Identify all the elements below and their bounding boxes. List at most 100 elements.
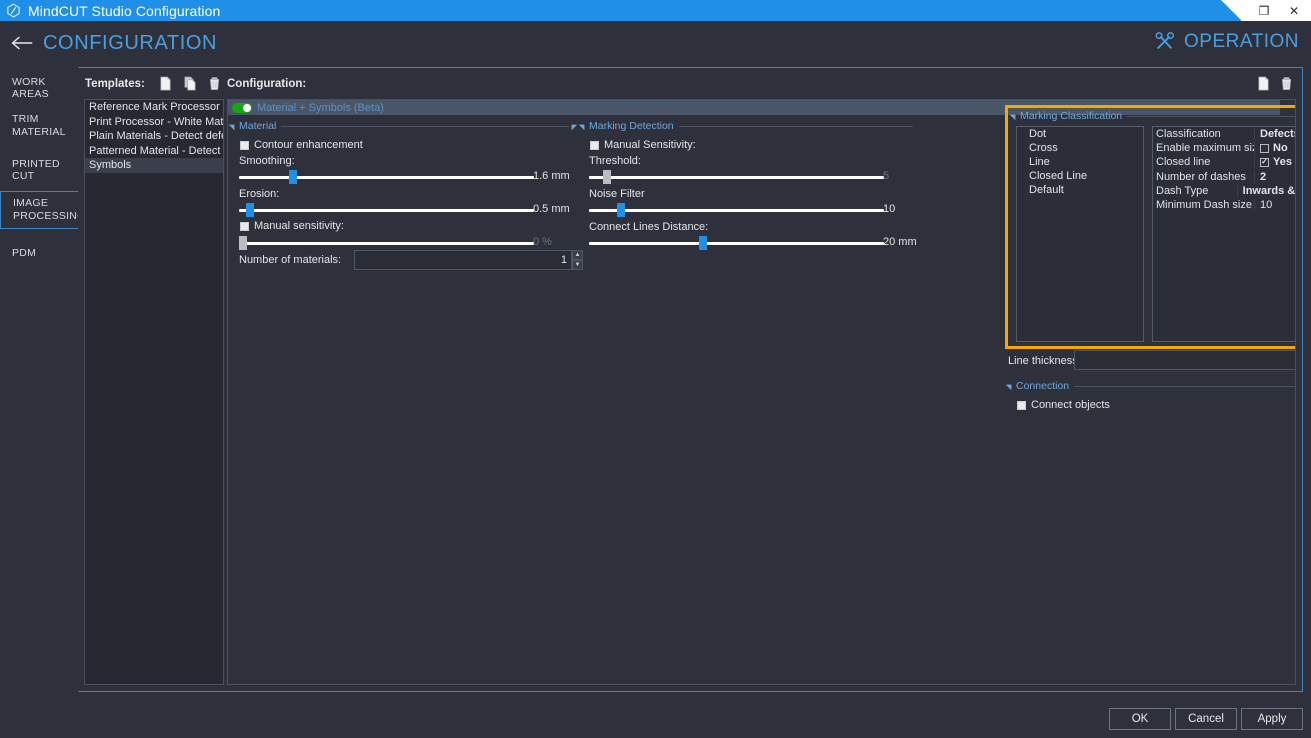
erosion-slider[interactable] [239,203,534,217]
connect-objects-label: Connect objects [1031,399,1110,411]
connect-objects-checkbox[interactable] [1017,400,1026,410]
property-value[interactable]: 10 [1255,199,1295,211]
restore-window-button[interactable]: ❐ [1249,0,1279,21]
back-arrow-icon[interactable] [10,34,34,52]
collapse-triangle-icon[interactable] [228,121,238,131]
delete-configuration-icon[interactable] [1279,76,1294,91]
contour-enhancement-label: Contour enhancement [254,139,363,151]
contour-enhancement-checkbox[interactable] [240,140,249,150]
cancel-button[interactable]: Cancel [1175,708,1237,730]
smoothing-slider[interactable] [239,170,534,184]
table-row[interactable]: Minimum Dash size (... 10 [1153,198,1295,212]
sidebar-item-trim-material[interactable]: TRIM MATERIAL [0,109,78,143]
group-material-header[interactable]: Material [228,120,578,132]
close-window-button[interactable]: ✕ [1279,0,1309,21]
table-row[interactable]: Closed line ✓ Yes [1153,155,1295,169]
property-value[interactable]: Defects [1255,128,1295,140]
group-connection-header[interactable]: Connection [1005,380,1295,392]
property-value[interactable]: 2 [1255,171,1295,183]
sidebar-item-work-areas[interactable]: WORK AREAS [0,75,78,101]
slider-thumb[interactable] [246,203,254,217]
marking-classification-property-grid[interactable]: Classification Defects Enable maximum si… [1152,126,1295,342]
material-manual-sensitivity-slider[interactable] [239,236,534,250]
copy-template-icon[interactable] [183,76,198,91]
apply-button[interactable]: Apply [1241,708,1303,730]
main-panel: Templates: Reference Mark Processor - R.… [78,67,1303,692]
table-row[interactable]: Classification Defects [1153,127,1295,141]
sidebar-item-label: IMAGE PROCESSING [13,197,86,222]
connect-lines-distance-slider[interactable] [589,236,884,250]
slider-thumb[interactable] [289,170,297,184]
connect-lines-distance-value: 20 mm [883,236,917,248]
marking-manual-sensitivity-row[interactable]: Manual Sensitivity: [590,139,696,151]
marking-manual-sensitivity-checkbox[interactable] [590,140,599,150]
list-item[interactable]: Print Processor - White Materi... [85,115,223,130]
erosion-value: 0.5 mm [533,203,570,215]
marking-classification-highlight: Marking Classification Dot Cross Line Cl… [1005,105,1295,349]
number-of-materials-increment[interactable]: ▲ [572,250,583,260]
property-key: Dash Type [1153,184,1238,197]
table-row[interactable]: Number of dashes 2 [1153,170,1295,184]
window-title: MindCUT Studio Configuration [28,2,221,19]
line-thickness-input[interactable]: 5 mm [1074,350,1295,370]
property-key: Number of dashes [1153,170,1255,183]
property-value[interactable]: Inwards & Outwards [1238,185,1295,197]
noise-filter-slider[interactable] [589,203,884,217]
threshold-value: 5 [883,170,890,182]
unchecked-checkbox-icon[interactable] [1260,143,1269,153]
sidebar-item-label: PDM [12,247,37,259]
expand-triangle-icon[interactable] [568,121,578,131]
property-value-cell[interactable]: ✓ Yes [1255,156,1295,168]
erosion-label: Erosion: [239,188,280,200]
hexagon-logo-icon [7,3,20,18]
list-item[interactable]: Cross [1017,141,1143,155]
new-template-icon[interactable] [158,76,173,91]
slider-track [589,209,884,212]
table-row[interactable]: Dash Type Inwards & Outwards [1153,184,1295,198]
sidebar-item-pdm[interactable]: PDM [0,240,78,266]
connect-objects-row[interactable]: Connect objects [1017,399,1110,411]
material-manual-sensitivity-checkbox[interactable] [240,221,249,231]
list-item[interactable]: Reference Mark Processor - R... [85,100,223,115]
group-marking-classification-header[interactable]: Marking Classification [1009,110,1295,122]
list-item[interactable]: Plain Materials - Detect defects [85,129,223,144]
ok-button[interactable]: OK [1109,708,1171,730]
slider-thumb[interactable] [603,170,611,184]
list-item[interactable]: Patterned Material - Detect de... [85,144,223,159]
group-rule [678,125,913,127]
operation-link[interactable]: OPERATION [1154,31,1299,53]
property-value-cell[interactable]: No [1255,142,1295,155]
collapse-triangle-icon[interactable] [1005,381,1015,391]
list-item[interactable]: Symbols [85,158,223,173]
collapse-triangle-icon[interactable] [1009,111,1019,121]
sidebar-item-label: PRINTED CUT [12,158,60,182]
list-item[interactable]: Dot [1017,127,1143,141]
group-marking-detection-header[interactable]: Marking Detection [578,120,915,132]
table-row[interactable]: Enable maximum size No [1153,141,1295,155]
templates-list[interactable]: Reference Mark Processor - R... Print Pr… [84,99,224,685]
slider-thumb[interactable] [617,203,625,217]
list-item[interactable]: Line [1017,155,1143,169]
line-thickness-label: Line thickness: [1008,355,1081,367]
new-configuration-icon[interactable] [1256,76,1271,91]
contour-enhancement-checkbox-row[interactable]: Contour enhancement [240,139,363,151]
property-value: No [1273,142,1288,155]
list-item[interactable]: Closed Line [1017,169,1143,183]
marking-classification-list[interactable]: Dot Cross Line Closed Line Default [1016,126,1144,342]
number-of-materials-input[interactable]: 1 [354,250,572,270]
delete-template-icon[interactable] [207,76,222,91]
material-symbols-toggle[interactable] [232,102,252,113]
material-manual-sensitivity-label: Manual sensitivity: [254,220,344,232]
list-item[interactable]: Default [1017,183,1143,197]
number-of-materials-decrement[interactable]: ▼ [572,260,583,270]
collapse-triangle-icon[interactable] [578,121,588,131]
sidebar-item-image-processing[interactable]: IMAGE PROCESSING [0,191,85,229]
material-manual-sensitivity-row[interactable]: Manual sensitivity: [240,220,344,232]
property-key: Classification [1153,128,1255,141]
slider-thumb[interactable] [699,236,707,250]
slider-thumb[interactable] [239,236,247,250]
footer: OK Cancel Apply [0,700,1311,738]
sidebar-item-printed-cut[interactable]: PRINTED CUT [0,157,78,183]
checked-checkbox-icon[interactable]: ✓ [1260,157,1269,167]
threshold-slider[interactable] [589,170,884,184]
